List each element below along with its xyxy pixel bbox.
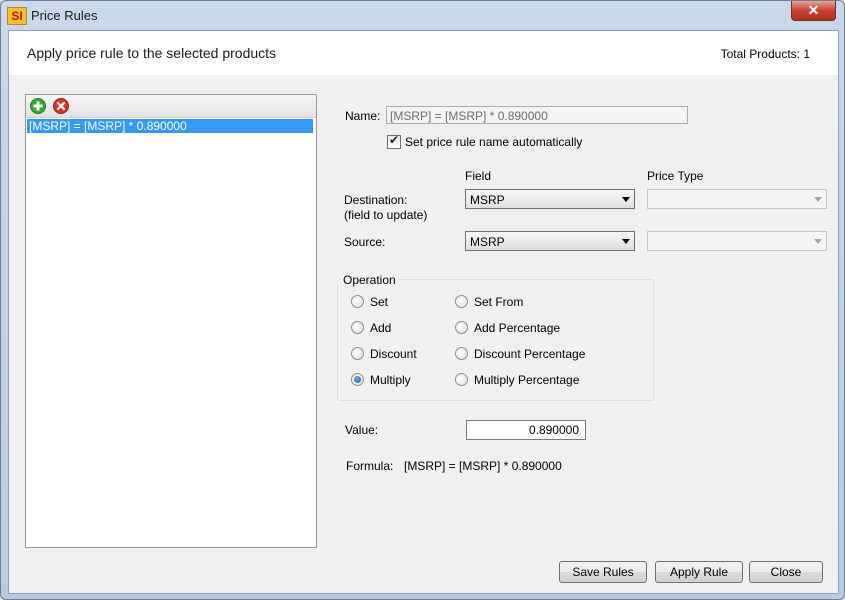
radio-add-percentage[interactable] xyxy=(455,321,468,334)
price-type-column-header: Price Type xyxy=(647,169,704,183)
name-label: Name: xyxy=(345,109,381,123)
rule-name-field[interactable]: [MSRP] = [MSRP] * 0.890000 xyxy=(386,106,688,124)
source-field-dropdown[interactable]: MSRP xyxy=(465,231,635,251)
radio-discount-percentage[interactable] xyxy=(455,347,468,360)
source-price-type-dropdown[interactable] xyxy=(647,231,827,251)
radio-discount[interactable] xyxy=(351,347,364,360)
radio-set[interactable] xyxy=(351,295,364,308)
radio-set-label[interactable]: Set xyxy=(370,295,388,309)
total-products-label: Total Products: 1 xyxy=(720,47,810,61)
radio-multiply-percentage[interactable] xyxy=(455,373,468,386)
window-close-button[interactable]: ✕ xyxy=(791,1,836,21)
auto-name-checkbox[interactable]: ✔ xyxy=(387,133,401,149)
dialog-client-area: Apply price rule to the selected product… xyxy=(8,30,839,594)
header-title: Apply price rule to the selected product… xyxy=(27,45,277,61)
title-bar[interactable]: SI Price Rules ✕ xyxy=(1,1,844,29)
chevron-down-icon xyxy=(622,197,630,202)
window-title: Price Rules xyxy=(31,8,98,23)
rule-list-item[interactable]: [MSRP] = [MSRP] * 0.890000 xyxy=(27,119,313,133)
destination-field-dropdown[interactable]: MSRP xyxy=(465,189,635,209)
destination-price-type-dropdown[interactable] xyxy=(647,189,827,209)
source-field-value: MSRP xyxy=(470,235,505,249)
close-button[interactable]: Close xyxy=(749,561,823,583)
auto-name-label[interactable]: Set price rule name automatically xyxy=(405,135,582,149)
apply-rule-button[interactable]: Apply Rule xyxy=(655,561,743,583)
radio-multiply[interactable] xyxy=(351,373,364,386)
radio-multiply-percentage-label[interactable]: Multiply Percentage xyxy=(474,373,579,387)
operation-legend: Operation xyxy=(341,273,398,287)
dialog-header: Apply price rule to the selected product… xyxy=(9,31,838,75)
chevron-down-icon xyxy=(814,197,822,202)
price-rules-window: SI Price Rules ✕ Apply price rule to the… xyxy=(0,0,845,600)
radio-add[interactable] xyxy=(351,321,364,334)
radio-add-percentage-label[interactable]: Add Percentage xyxy=(474,321,560,335)
radio-set-from-label[interactable]: Set From xyxy=(474,295,523,309)
value-input[interactable]: 0.890000 xyxy=(466,420,586,440)
plus-circle-icon[interactable] xyxy=(30,98,46,114)
formula-label: Formula: xyxy=(346,459,394,473)
app-icon: SI xyxy=(7,7,27,25)
formula-text: [MSRP] = [MSRP] * 0.890000 xyxy=(404,459,562,473)
chevron-down-icon xyxy=(622,239,630,244)
rules-list-panel: [MSRP] = [MSRP] * 0.890000 xyxy=(25,94,317,548)
value-label: Value: xyxy=(345,423,379,437)
radio-selected-dot xyxy=(354,376,361,383)
chevron-down-icon xyxy=(814,239,822,244)
radio-add-label[interactable]: Add xyxy=(370,321,391,335)
radio-set-from[interactable] xyxy=(455,295,468,308)
radio-discount-percentage-label[interactable]: Discount Percentage xyxy=(474,347,585,361)
checkmark-icon: ✔ xyxy=(389,133,400,147)
field-column-header: Field xyxy=(465,169,492,183)
destination-label: Destination: xyxy=(344,193,408,207)
radio-multiply-label[interactable]: Multiply xyxy=(370,373,411,387)
source-label: Source: xyxy=(344,235,386,249)
x-circle-icon[interactable] xyxy=(53,98,69,114)
save-rules-button[interactable]: Save Rules xyxy=(559,561,647,583)
destination-sublabel: (field to update) xyxy=(344,208,428,222)
destination-field-value: MSRP xyxy=(470,193,505,207)
radio-discount-label[interactable]: Discount xyxy=(370,347,417,361)
rules-list-toolbar xyxy=(26,95,316,118)
